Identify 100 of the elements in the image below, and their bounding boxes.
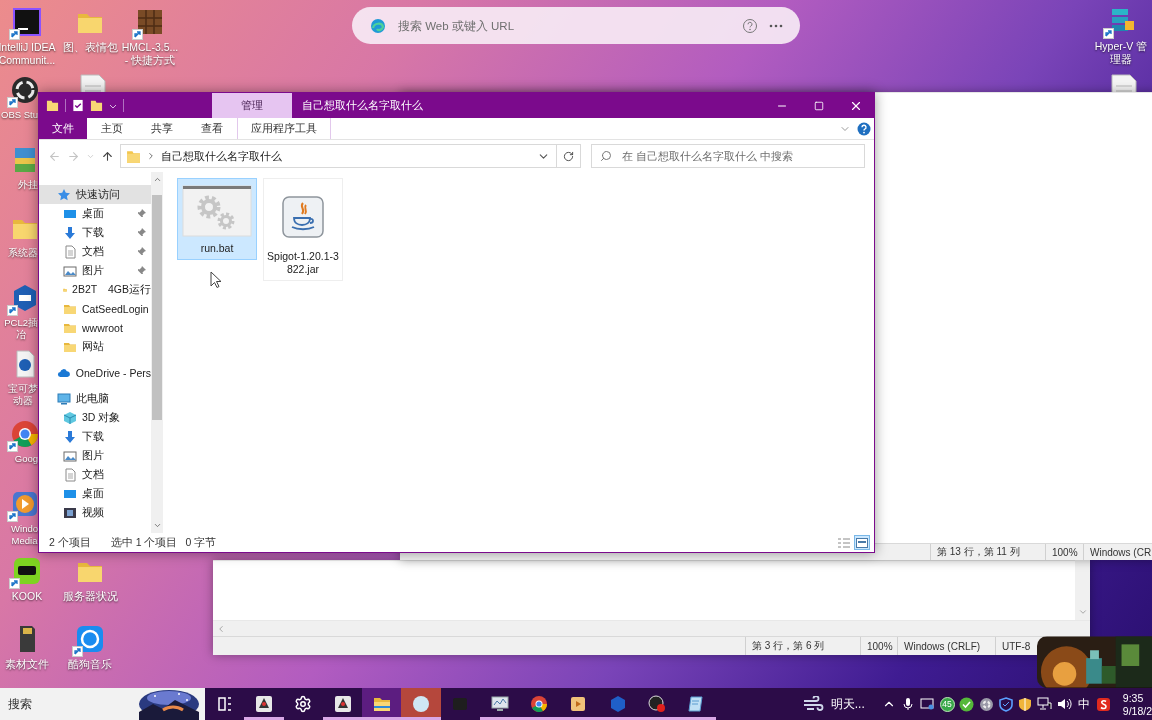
nav-item[interactable]: 下载 [39, 427, 151, 446]
nav-item[interactable]: 2B2T 4GB运行 [39, 280, 151, 299]
nav-item[interactable]: wwwroot [39, 318, 151, 337]
status-text: Windows (CR [1083, 544, 1152, 560]
download-icon [63, 225, 77, 240]
help-icon[interactable] [857, 121, 871, 136]
search-placeholder[interactable]: 搜索 [8, 696, 32, 712]
status-text: 100% [860, 637, 897, 655]
status-text: 100% [1045, 544, 1083, 560]
wind-icon[interactable] [801, 696, 824, 712]
mascot-app-icon [332, 694, 353, 714]
status-text: 第 13 行，第 11 列 [930, 544, 1045, 560]
search-icon [600, 150, 612, 162]
nav-item[interactable]: OneDrive - Pers [39, 363, 151, 382]
network-icon[interactable] [1037, 697, 1053, 711]
nav-item[interactable]: 图片 [39, 446, 151, 465]
nav-item[interactable]: 图片 [39, 261, 151, 280]
pin-icon [137, 266, 146, 275]
microphone-icon[interactable] [901, 697, 916, 711]
nav-item[interactable]: 网站 [39, 337, 151, 356]
volume-icon[interactable] [1056, 697, 1072, 711]
taskbar-app-button[interactable] [362, 688, 402, 720]
search-field[interactable]: 搜索 Web 或键入 URL [396, 18, 732, 33]
record-app-icon [646, 694, 667, 714]
status-text: UTF-8 [995, 637, 1035, 655]
shield-icon[interactable] [1018, 696, 1033, 712]
help-icon[interactable] [742, 17, 758, 34]
status-text: 第 3 行，第 6 列 [745, 637, 860, 655]
folder-icon[interactable] [90, 99, 103, 112]
film-icon [63, 505, 77, 520]
selection-count: 选中 1 个项目 [110, 535, 178, 550]
monitor-icon [489, 694, 510, 714]
refresh-icon [563, 150, 574, 162]
settings-icon [294, 695, 313, 713]
input-app-icon[interactable] [1095, 696, 1111, 712]
window-title: 自己想取什么名字取什么 [301, 98, 423, 113]
mascot-app-icon [253, 694, 274, 714]
file-item[interactable]: run.bat [177, 178, 257, 261]
cube-icon [63, 410, 77, 425]
picture-icon [63, 263, 77, 278]
nav-item[interactable]: 快速访问 [39, 185, 151, 204]
weather-text[interactable]: 明天... [830, 695, 865, 713]
clock-time[interactable]: 9:35 [1122, 691, 1152, 704]
ribbon-context-tab[interactable]: 管理 [212, 93, 292, 118]
folder-icon [126, 148, 141, 164]
file-item[interactable]: Spigot-1.20.1-3822.jar [263, 178, 343, 282]
nav-item[interactable]: CatSeedLogin [39, 299, 151, 318]
nav-item[interactable]: 下载 [39, 223, 151, 242]
nav-item[interactable]: 文档 [39, 242, 151, 261]
input-method-indicator[interactable]: 中 [1077, 695, 1090, 713]
pointer-icon [210, 271, 222, 289]
nav-item[interactable]: 视频 [39, 503, 151, 522]
address-bar[interactable]: 自己想取什么名字取什么 [120, 144, 557, 168]
maximize-icon [813, 100, 824, 111]
ring-logo-icon [9, 74, 41, 106]
nav-item[interactable]: 桌面 [39, 204, 151, 223]
folder-icon[interactable] [46, 99, 59, 112]
breadcrumb-separator-icon [146, 151, 156, 161]
check-icon[interactable] [959, 696, 975, 712]
file-menu-button[interactable]: 文件 [39, 118, 87, 139]
breadcrumb-item[interactable]: 自己想取什么名字取什么 [161, 148, 282, 164]
status-text: Windows (CRLF) [897, 637, 995, 655]
nav-item[interactable]: 桌面 [39, 484, 151, 503]
properties-icon[interactable] [72, 99, 84, 112]
download-icon [63, 429, 77, 444]
display-icon[interactable] [920, 697, 936, 711]
nav-item[interactable]: 此电脑 [39, 389, 151, 408]
fan-icon[interactable] [978, 696, 994, 712]
chevron-down-icon [1077, 607, 1088, 617]
orb-icon [411, 694, 432, 714]
shield-icon[interactable] [998, 696, 1013, 712]
browser-logo-icon [529, 694, 549, 714]
scrollbar[interactable] [213, 620, 1090, 636]
document-icon [63, 244, 77, 259]
code-app-icon [11, 6, 43, 38]
selection-size: 0 字节 [185, 535, 217, 550]
scroll-up-icon[interactable] [152, 175, 162, 184]
nav-item[interactable]: 3D 对象 [39, 408, 151, 427]
scrollbar[interactable] [1075, 560, 1090, 620]
scroll-down-icon[interactable] [152, 521, 162, 530]
refresh-button[interactable] [557, 144, 581, 168]
clock-date[interactable]: 9/18/2 [1122, 704, 1152, 717]
chevron-left-icon [216, 623, 226, 634]
batch-file-icon [182, 183, 252, 239]
picture-icon [63, 448, 77, 463]
chat-app-icon [11, 555, 43, 587]
large-icons-view-button[interactable] [854, 535, 870, 550]
item-count: 2 个项目 [49, 535, 91, 550]
pin-icon [137, 247, 146, 256]
search-box[interactable]: 在 自己想取什么名字取什么 中搜索 [591, 144, 865, 168]
search-bar[interactable]: 搜索 Web 或键入 URL [352, 7, 800, 44]
document-icon [63, 467, 77, 482]
desktop-icon-label[interactable]: Hyper-V 管 理器 [1094, 40, 1148, 67]
star-icon [57, 187, 71, 202]
up-button[interactable] [101, 149, 114, 163]
pin-icon [137, 228, 146, 237]
nav-item[interactable]: 文档 [39, 465, 151, 484]
file-name: Spigot-1.20.1-3822.jar [266, 250, 340, 277]
scrollbar[interactable] [151, 172, 163, 533]
music-app-icon [74, 623, 106, 655]
